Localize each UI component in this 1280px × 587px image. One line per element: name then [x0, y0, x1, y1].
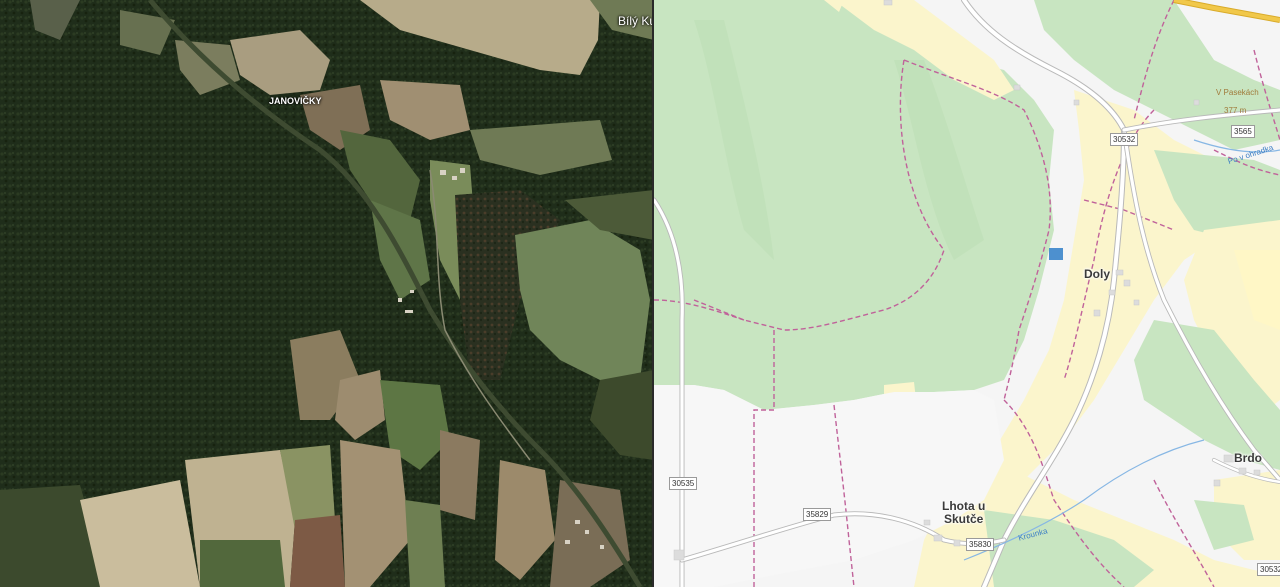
- label-v-paseline: V Pasekách: [1216, 88, 1259, 97]
- satellite-pane[interactable]: JANOVIČKY Bílý Ku: [0, 0, 654, 587]
- label-janovicky: JANOVIČKY: [269, 96, 322, 106]
- road-number-30532-top: 30532: [1110, 133, 1139, 146]
- road-number-35830: 35830: [966, 538, 995, 551]
- road-number-35829: 35829: [803, 508, 832, 521]
- map-pane[interactable]: Doly Brdo Lhota u Skutče 30532 3565 3053…: [654, 0, 1280, 587]
- road-number-30532-bottom: 30532: [1257, 563, 1280, 576]
- satellite-imagery: [0, 0, 654, 587]
- place-brdo[interactable]: Brdo: [1234, 451, 1262, 465]
- road-number-3565: 3565: [1231, 125, 1255, 138]
- label-bily-kunice: Bílý Ku: [618, 14, 654, 28]
- place-lhota-line2: Skutče: [943, 512, 984, 527]
- map-compare-view[interactable]: JANOVIČKY Bílý Ku Doly Brdo Lhota u Skut…: [0, 0, 1280, 587]
- place-lhota-u-skutce[interactable]: Lhota u Skutče: [942, 499, 985, 527]
- place-doly[interactable]: Doly: [1084, 267, 1110, 281]
- label-elevation: 377 m: [1224, 106, 1247, 115]
- road-number-30535: 30535: [669, 477, 698, 490]
